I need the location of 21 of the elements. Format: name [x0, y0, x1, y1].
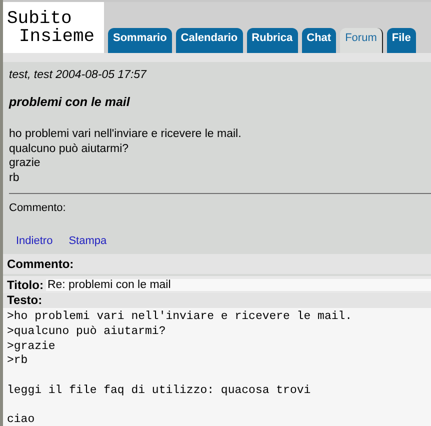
post-meta: test, test 2004-08-05 17:57 — [9, 69, 148, 83]
post-line: ho problemi vari nell'inviare e ricevere le mail. — [9, 127, 242, 142]
title-label: Titolo: — [7, 278, 44, 292]
tab[interactable]: File — [386, 28, 416, 53]
link[interactable]: Stampa — [68, 235, 107, 248]
text-label: Testo: — [3, 293, 431, 308]
tab[interactable]: Rubrica — [246, 28, 298, 53]
link[interactable]: Indietro — [16, 235, 53, 248]
tab[interactable]: Forum — [340, 28, 383, 53]
comment-label: Commento: — [9, 202, 67, 216]
tab[interactable]: Sommario — [108, 28, 172, 53]
post-line: grazie — [9, 156, 42, 171]
title-field[interactable]: Re: problemi con le mail — [46, 278, 431, 291]
post-title: problemi con le mail — [9, 95, 131, 111]
form-heading: Commento: — [3, 254, 431, 274]
post-line: rb — [9, 170, 20, 186]
text-area[interactable]: >ho problemi vari nell'inviare e ricevere le mail. >qualcuno può aiutarmi? >grazie >rb leggi il file faq di utilizzo: quacosa trovi ciao — [3, 308, 431, 426]
tab[interactable]: Calendario — [176, 28, 243, 53]
post-line: qualcuno può aiutarmi? — [9, 142, 130, 156]
tab[interactable]: Chat — [302, 28, 336, 53]
logo: Subito Insieme — [3, 2, 104, 53]
